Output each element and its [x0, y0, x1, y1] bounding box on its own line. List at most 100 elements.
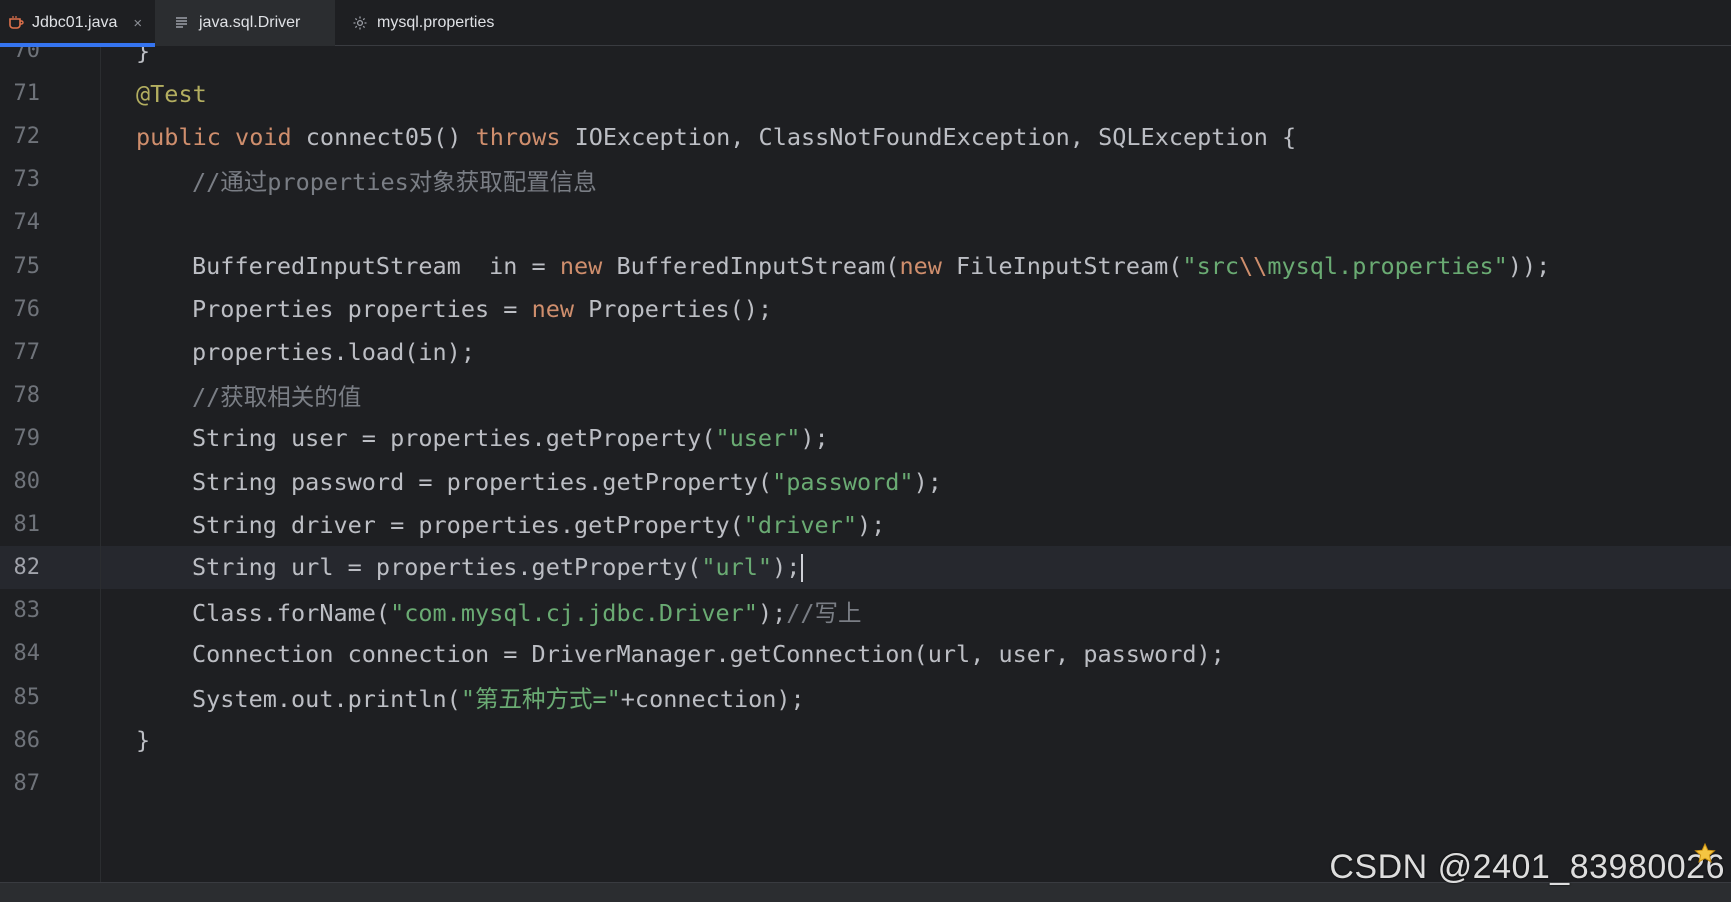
- code-token: }: [136, 47, 151, 65]
- code-text: //获取相关的值: [192, 378, 361, 412]
- code-token: mysql.properties": [1267, 252, 1508, 281]
- code-token: String password = properties.getProperty…: [192, 467, 773, 496]
- code-token: throws: [475, 122, 561, 151]
- code-token: @Test: [136, 79, 207, 108]
- code-text: //通过properties对象获取配置信息: [192, 163, 597, 197]
- code-line[interactable]: 77 properties.load(in);: [0, 331, 1731, 374]
- star-badge-icon: [1693, 842, 1717, 866]
- code-text: Connection connection = DriverManager.ge…: [192, 640, 1225, 668]
- code-line[interactable]: 80 String password = properties.getProper…: [0, 460, 1731, 503]
- code-line[interactable]: 70}: [0, 47, 1731, 72]
- code-token: );: [757, 598, 787, 627]
- code-text: Properties properties = new Properties()…: [192, 295, 772, 323]
- code-token: public: [136, 122, 221, 151]
- code-token: //通过properties对象获取配置信息: [192, 167, 597, 196]
- code-token: FileInputStream(: [941, 252, 1183, 281]
- line-number: 70: [13, 47, 41, 64]
- code-text: @Test: [136, 80, 207, 108]
- line-number: 77: [13, 339, 41, 365]
- code-text: Class.forName("com.mysql.cj.jdbc.Driver"…: [192, 594, 862, 628]
- code-token: "src: [1182, 252, 1240, 281]
- code-token: "driver": [743, 510, 857, 539]
- code-token: );: [913, 467, 942, 496]
- code-token: new: [559, 252, 603, 281]
- tab-label: Jdbc01.java: [32, 14, 118, 31]
- code-line[interactable]: 75 BufferedInputStream in = new BufferedI…: [0, 245, 1731, 288]
- code-line[interactable]: 82 String url = properties.getProperty("u…: [0, 546, 1731, 589]
- code-token: System.out.println(: [192, 685, 461, 714]
- code-line[interactable]: 87: [0, 762, 1731, 805]
- code-text: String driver = properties.getProperty("…: [192, 511, 885, 539]
- code-text: }: [136, 47, 150, 65]
- code-line[interactable]: 79 String user = properties.getProperty("…: [0, 417, 1731, 460]
- code-token: );: [800, 424, 829, 453]
- editor-tab-bar: Jdbc01.java × java.sql.Driver mysql.prop…: [0, 0, 1731, 47]
- line-number: 84: [13, 641, 41, 667]
- code-line[interactable]: 71 @Test: [0, 72, 1731, 115]
- code-line[interactable]: 85 System.out.println("第五种方式="+connection…: [0, 676, 1731, 719]
- code-editor[interactable]: 70} 71 @Test 72 public void connect05() thro…: [0, 47, 1731, 882]
- code-token: "user": [715, 424, 801, 453]
- code-text: properties.load(in);: [192, 338, 475, 366]
- code-token: IOException, ClassNotFoundException, SQL…: [560, 122, 1297, 151]
- code-token: "url": [701, 552, 773, 581]
- code-token: +connection);: [620, 685, 805, 714]
- code-token: Properties();: [574, 295, 773, 324]
- line-number: 82: [13, 555, 41, 581]
- code-line[interactable]: 76 Properties properties = new Properties…: [0, 288, 1731, 331]
- line-number: 86: [13, 727, 41, 753]
- text-file-icon: [173, 14, 191, 32]
- code-token: new: [899, 252, 942, 281]
- line-number: 71: [13, 81, 41, 107]
- line-number: 74: [13, 210, 41, 236]
- code-text: String user = properties.getProperty("us…: [192, 424, 829, 452]
- code-line[interactable]: 84 Connection connection = DriverManager.…: [0, 632, 1731, 675]
- line-number: 76: [13, 296, 41, 322]
- line-number: 73: [13, 167, 41, 193]
- watermark: CSDN @2401_83980026: [1329, 848, 1725, 886]
- tab-label: mysql.properties: [377, 14, 495, 31]
- line-number: 80: [13, 469, 41, 495]
- code-token: \\: [1239, 252, 1268, 281]
- tab-jdbc01-java[interactable]: Jdbc01.java ×: [0, 0, 155, 47]
- code-token: //获取相关的值: [192, 383, 362, 412]
- code-line[interactable]: 74: [0, 201, 1731, 244]
- java-file-icon: [8, 14, 24, 32]
- line-number: 87: [13, 770, 41, 796]
- code-token: "第五种方式=": [460, 685, 621, 714]
- code-token: connect05(): [291, 122, 476, 151]
- line-number: 83: [13, 598, 41, 624]
- code-line[interactable]: 72 public void connect05() throws IOExcep…: [0, 115, 1731, 158]
- code-token: );: [856, 510, 886, 539]
- code-token: new: [531, 295, 575, 324]
- code-token: String url = properties.getProperty(: [192, 552, 702, 581]
- code-token: String user = properties.getProperty(: [192, 424, 716, 453]
- code-line[interactable]: 73 //通过properties对象获取配置信息: [0, 158, 1731, 201]
- code-token: String driver = properties.getProperty(: [192, 510, 744, 539]
- code-token: Connection connection = DriverManager.ge…: [192, 639, 1225, 668]
- code-token: BufferedInputStream in =: [192, 252, 560, 281]
- code-token: );: [772, 552, 801, 581]
- code-line[interactable]: 86}: [0, 719, 1731, 762]
- line-number: 78: [13, 382, 41, 408]
- code-token: properties.load(in);: [192, 338, 475, 367]
- tab-mysql-properties[interactable]: mysql.properties: [335, 0, 508, 46]
- code-token: Properties properties =: [192, 295, 532, 324]
- code-text: }: [136, 726, 150, 754]
- code-token: void: [235, 122, 292, 151]
- text-caret: [801, 554, 804, 583]
- tab-java-sql-driver[interactable]: java.sql.Driver: [155, 0, 335, 46]
- gear-icon: [351, 14, 369, 32]
- close-tab-icon[interactable]: ×: [133, 15, 142, 32]
- code-token: "com.mysql.cj.jdbc.Driver": [390, 598, 758, 627]
- code-text: String url = properties.getProperty("url…: [192, 552, 804, 583]
- line-number: 85: [13, 684, 41, 710]
- code-token: "password": [772, 467, 914, 496]
- code-token: ));: [1507, 252, 1551, 281]
- line-number: 79: [13, 425, 41, 451]
- code-line[interactable]: 81 String driver = properties.getProperty…: [0, 503, 1731, 546]
- code-line[interactable]: 78 //获取相关的值: [0, 374, 1731, 417]
- code-line[interactable]: 83 Class.forName("com.mysql.cj.jdbc.Drive…: [0, 589, 1731, 632]
- code-text: BufferedInputStream in = new BufferedInp…: [192, 252, 1550, 280]
